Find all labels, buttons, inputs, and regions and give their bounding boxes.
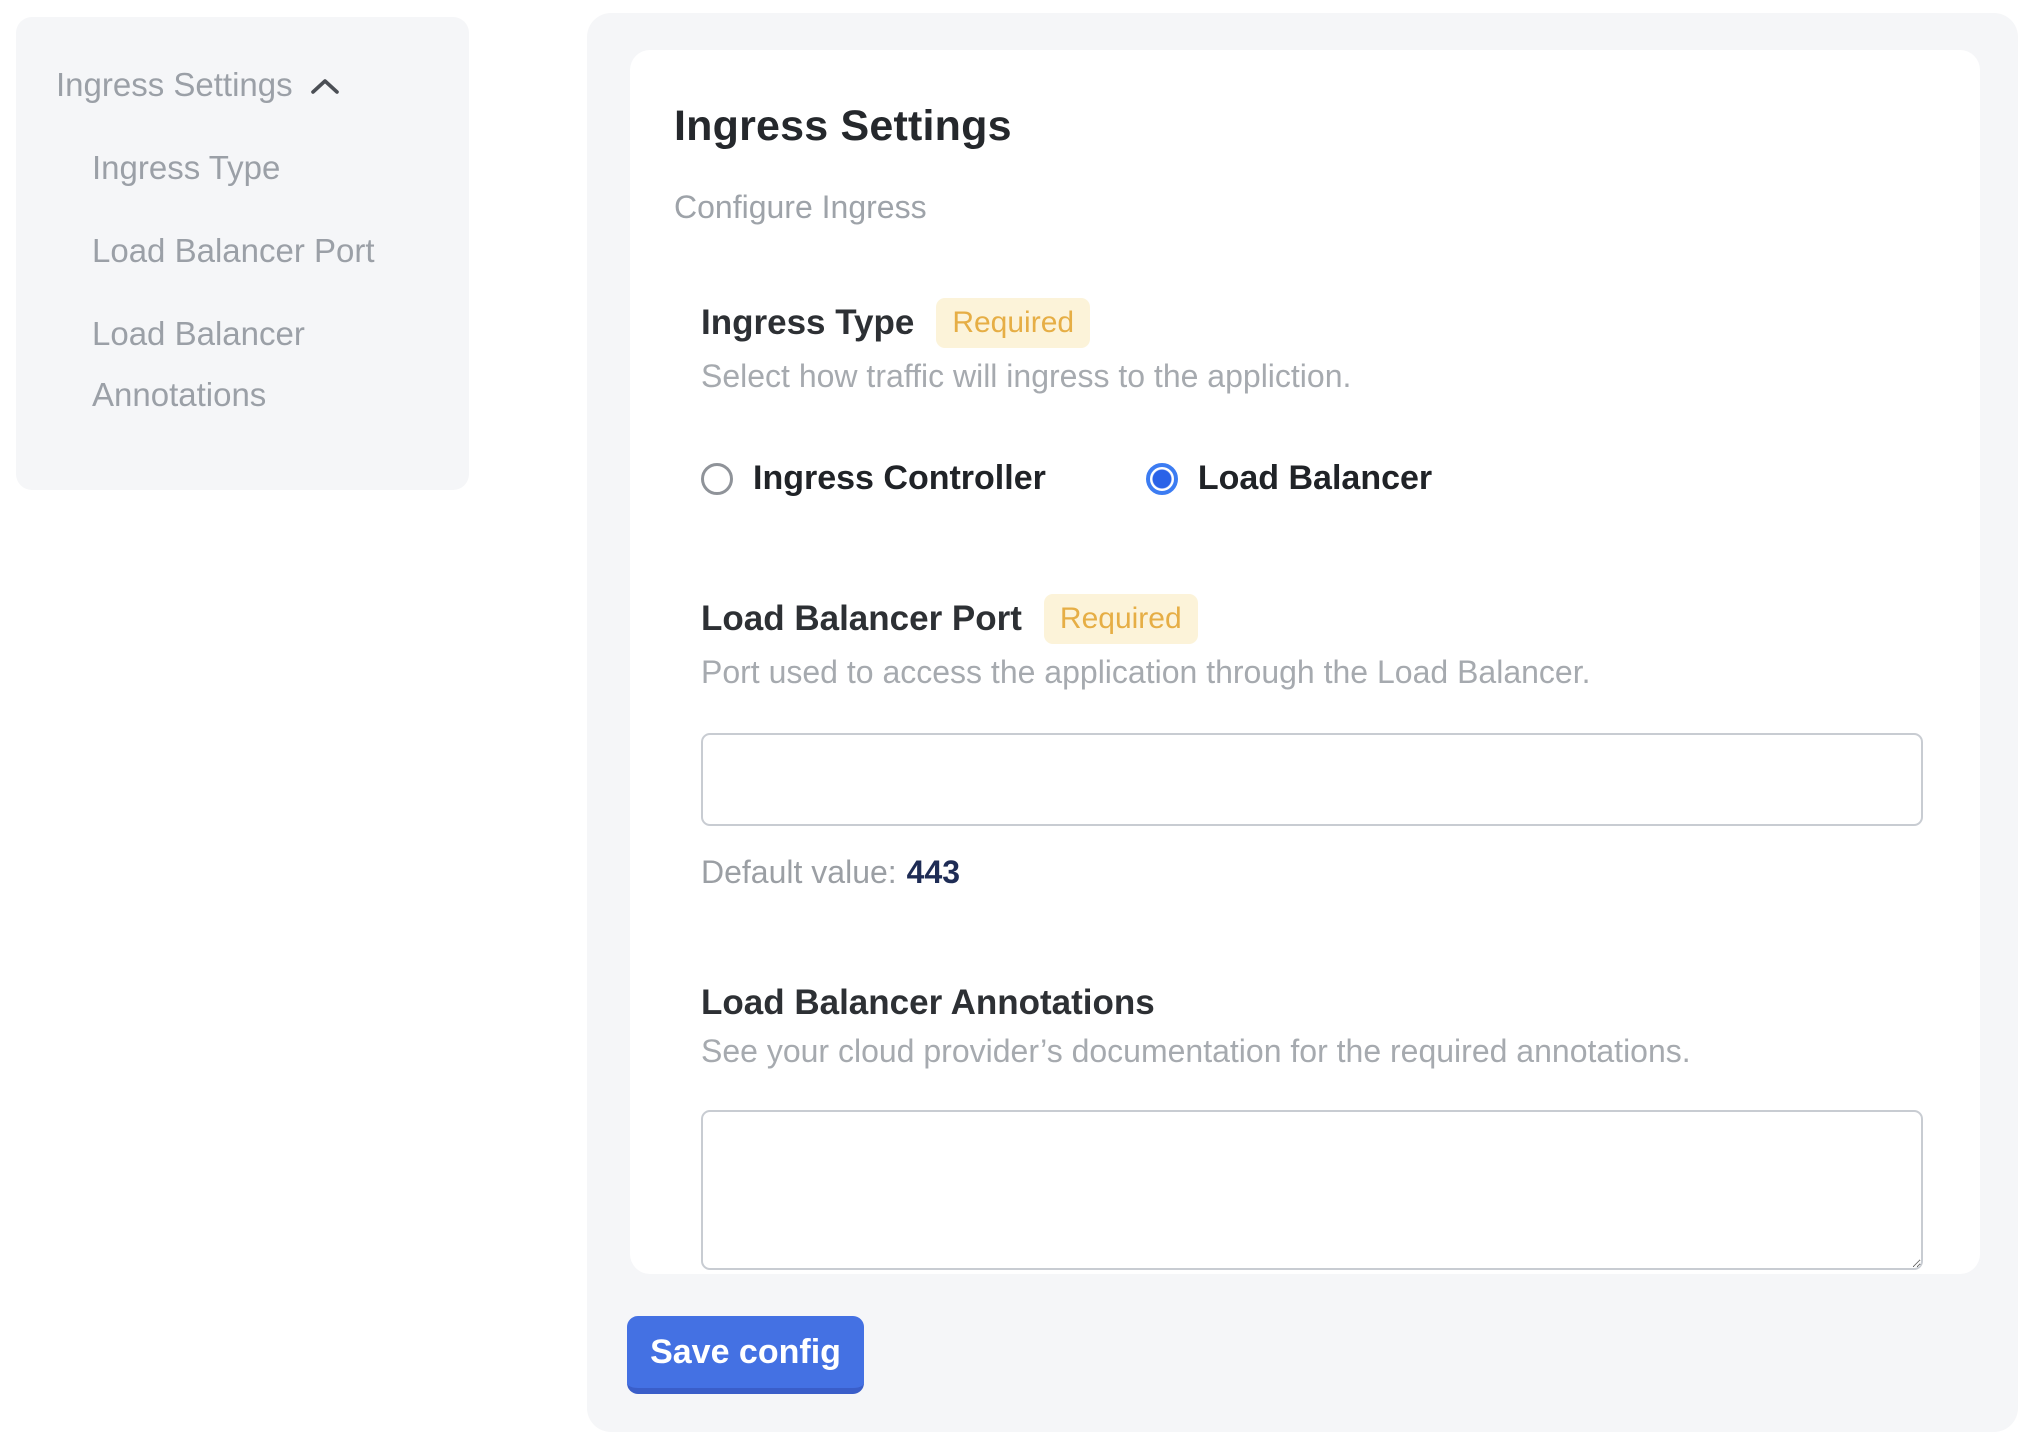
- ingress-type-description: Select how traffic will ingress to the a…: [701, 358, 1940, 395]
- radio-icon[interactable]: [1146, 463, 1178, 495]
- ingress-settings-card: Ingress Settings Configure Ingress Ingre…: [630, 50, 1980, 1274]
- default-value-row: Default value: 443: [701, 854, 1940, 891]
- section-load-balancer-annotations: Load Balancer Annotations See your cloud…: [701, 983, 1940, 1270]
- load-balancer-annotations-label: Load Balancer Annotations: [701, 983, 1155, 1023]
- settings-sidebar: Ingress Settings Ingress Type Load Balan…: [16, 17, 469, 490]
- required-badge: Required: [1044, 594, 1198, 644]
- section-ingress-type: Ingress Type Required Select how traffic…: [701, 298, 1940, 498]
- ingress-type-radio-group: Ingress Controller Load Balancer: [701, 459, 1940, 498]
- radio-label: Ingress Controller: [753, 459, 1046, 498]
- page-title: Ingress Settings: [674, 102, 1940, 151]
- section-load-balancer-port: Load Balancer Port Required Port used to…: [701, 594, 1940, 891]
- load-balancer-port-input[interactable]: [701, 733, 1923, 826]
- sidebar-item-load-balancer-port[interactable]: Load Balancer Port: [92, 220, 422, 281]
- radio-label: Load Balancer: [1198, 459, 1432, 498]
- main-panel: Ingress Settings Configure Ingress Ingre…: [587, 13, 2018, 1432]
- ingress-type-label: Ingress Type: [701, 303, 914, 343]
- sidebar-item-ingress-type[interactable]: Ingress Type: [92, 137, 422, 198]
- radio-icon[interactable]: [701, 463, 733, 495]
- load-balancer-port-description: Port used to access the application thro…: [701, 654, 1940, 691]
- sidebar-item-load-balancer-annotations[interactable]: Load Balancer Annotations: [92, 303, 422, 425]
- sidebar-parent-label: Ingress Settings: [56, 65, 293, 105]
- load-balancer-annotations-description: See your cloud provider’s documentation …: [701, 1033, 1940, 1070]
- radio-option-load-balancer[interactable]: Load Balancer: [1146, 459, 1432, 498]
- required-badge: Required: [936, 298, 1090, 348]
- radio-option-ingress-controller[interactable]: Ingress Controller: [701, 459, 1046, 498]
- default-value: 443: [907, 854, 960, 890]
- chevron-up-icon: [309, 76, 341, 98]
- form-sections: Ingress Type Required Select how traffic…: [701, 298, 1940, 1270]
- save-config-button[interactable]: Save config: [627, 1316, 864, 1394]
- sidebar-sublist: Ingress Type Load Balancer Port Load Bal…: [92, 137, 441, 425]
- default-value-label: Default value:: [701, 854, 897, 890]
- page-subtitle: Configure Ingress: [674, 189, 1940, 226]
- load-balancer-annotations-textarea[interactable]: [701, 1110, 1923, 1270]
- sidebar-item-ingress-settings[interactable]: Ingress Settings: [56, 65, 441, 105]
- load-balancer-port-label: Load Balancer Port: [701, 599, 1022, 639]
